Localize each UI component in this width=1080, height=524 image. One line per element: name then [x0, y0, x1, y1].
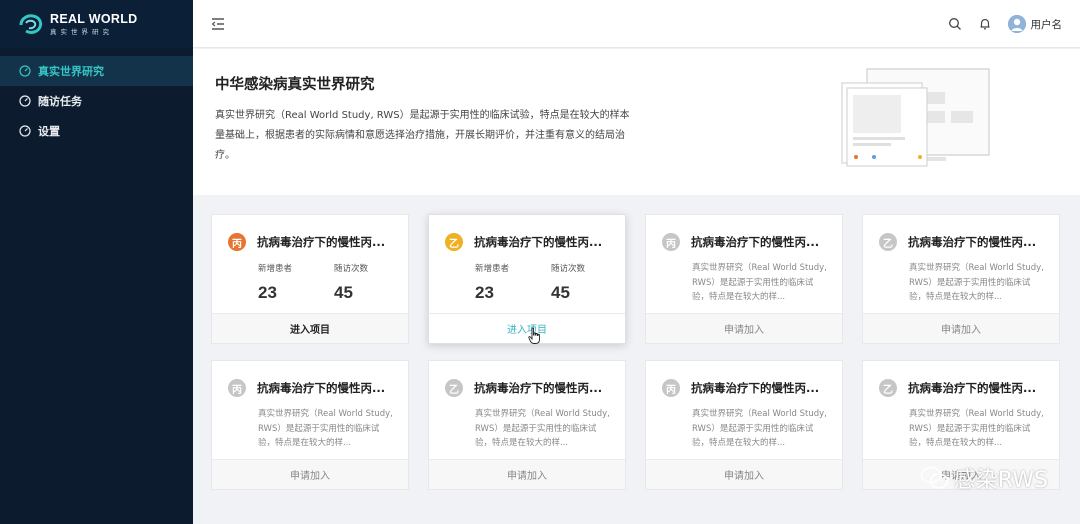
project-description: 真实世界研究（Real World Study, RWS）是起源于实用性的临床试…	[692, 409, 827, 448]
project-title: 抗病毒治疗下的慢性丙...	[257, 235, 386, 249]
stat-label: 随访次数	[334, 264, 369, 274]
project-title: 抗病毒治疗下的慢性丙...	[474, 235, 603, 249]
project-badge: 乙	[879, 379, 897, 397]
project-description: 真实世界研究（Real World Study, RWS）是起源于实用性的临床试…	[692, 263, 827, 302]
page-title: 中华感染病真实世界研究	[215, 77, 375, 93]
project-title: 抗病毒治疗下的慢性丙...	[474, 381, 603, 395]
project-card[interactable]: 丙 抗病毒治疗下的慢性丙... 新增患者 23 随访次数 45 进入项目	[211, 214, 409, 344]
stat-value: 23	[475, 283, 494, 302]
project-card[interactable]: 乙 抗病毒治疗下的慢性丙... 新增患者 23 随访次数 45 进入项目	[428, 214, 626, 344]
watermark-text: 感染RWS	[953, 468, 1048, 493]
apply-join-button[interactable]: 申请加入	[863, 313, 1059, 343]
project-title: 抗病毒治疗下的慢性丙...	[257, 381, 386, 395]
project-card[interactable]: 乙 抗病毒治疗下的慢性丙... 真实世界研究（Real World Study,…	[428, 360, 626, 490]
project-description: 真实世界研究（Real World Study, RWS）是起源于实用性的临床试…	[909, 409, 1044, 448]
logo-subtext: 真实世界研究	[50, 27, 113, 36]
avatar[interactable]	[1007, 15, 1026, 33]
dashboard-icon	[19, 125, 31, 137]
bell-icon[interactable]	[978, 17, 992, 31]
sidebar: REAL WORLD 真实世界研究 真实世界研究 随访任务 设置	[0, 0, 193, 524]
project-badge: 丙	[662, 233, 680, 251]
apply-join-button[interactable]: 申请加入	[429, 459, 625, 489]
sidebar-item-settings[interactable]: 设置	[0, 116, 193, 146]
project-badge: 乙	[445, 233, 463, 251]
stat-value: 23	[258, 283, 277, 302]
sidebar-menu: 真实世界研究 随访任务 设置	[0, 56, 193, 146]
watermark: 感染RWS	[920, 462, 1048, 494]
hand-cursor-icon	[528, 327, 540, 344]
illustration-icon	[841, 68, 990, 167]
chat-bubble-icon	[920, 466, 949, 489]
logo[interactable]: REAL WORLD 真实世界研究	[0, 0, 193, 48]
project-badge: 乙	[445, 379, 463, 397]
project-badge: 乙	[879, 233, 897, 251]
apply-join-button[interactable]: 申请加入	[646, 313, 842, 343]
project-description: 真实世界研究（Real World Study, RWS）是起源于实用性的临床试…	[258, 409, 393, 448]
stat-label: 随访次数	[551, 264, 586, 274]
project-card[interactable]: 丙 抗病毒治疗下的慢性丙... 真实世界研究（Real World Study,…	[645, 360, 843, 490]
menu-collapse-icon[interactable]	[210, 16, 226, 32]
apply-join-button[interactable]: 申请加入	[212, 459, 408, 489]
enter-project-button[interactable]: 进入项目	[429, 313, 625, 343]
sidebar-item-label: 设置	[38, 125, 60, 138]
apply-join-button[interactable]: 申请加入	[646, 459, 842, 489]
enter-project-button[interactable]: 进入项目	[212, 313, 408, 343]
sidebar-item-label: 真实世界研究	[38, 65, 104, 78]
username[interactable]: 用户名	[1031, 17, 1063, 32]
user-avatar-icon	[1007, 15, 1026, 33]
stat-value: 45	[334, 283, 353, 302]
project-title: 抗病毒治疗下的慢性丙...	[691, 235, 820, 249]
stat-label: 新增患者	[475, 264, 510, 274]
search-icon[interactable]	[948, 17, 962, 31]
project-card[interactable]: 丙 抗病毒治疗下的慢性丙... 真实世界研究（Real World Study,…	[645, 214, 843, 344]
project-title: 抗病毒治疗下的慢性丙...	[908, 381, 1037, 395]
project-title: 抗病毒治疗下的慢性丙...	[908, 235, 1037, 249]
top-header: 用户名	[193, 0, 1080, 48]
project-title: 抗病毒治疗下的慢性丙...	[691, 381, 820, 395]
logo-mark-icon	[19, 14, 43, 34]
banner: 中华感染病真实世界研究 真实世界研究（Real World Study, RWS…	[193, 49, 1080, 195]
project-card[interactable]: 丙 抗病毒治疗下的慢性丙... 真实世界研究（Real World Study,…	[211, 360, 409, 490]
project-badge: 丙	[228, 379, 246, 397]
sidebar-item-label: 随访任务	[38, 95, 82, 108]
page-description: 真实世界研究（Real World Study, RWS）是起源于实用性的临床试…	[215, 110, 630, 161]
dashboard-icon	[19, 95, 31, 107]
project-card[interactable]: 乙 抗病毒治疗下的慢性丙... 真实世界研究（Real World Study,…	[862, 214, 1060, 344]
stat-value: 45	[551, 283, 570, 302]
logo-text: REAL WORLD	[50, 12, 138, 26]
project-badge: 丙	[228, 233, 246, 251]
project-description: 真实世界研究（Real World Study, RWS）是起源于实用性的临床试…	[909, 263, 1044, 302]
project-description: 真实世界研究（Real World Study, RWS）是起源于实用性的临床试…	[475, 409, 610, 448]
dashboard-icon	[19, 65, 31, 77]
sidebar-item-rws[interactable]: 真实世界研究	[0, 56, 193, 86]
sidebar-item-followup[interactable]: 随访任务	[0, 86, 193, 116]
stat-label: 新增患者	[258, 264, 293, 274]
project-badge: 丙	[662, 379, 680, 397]
